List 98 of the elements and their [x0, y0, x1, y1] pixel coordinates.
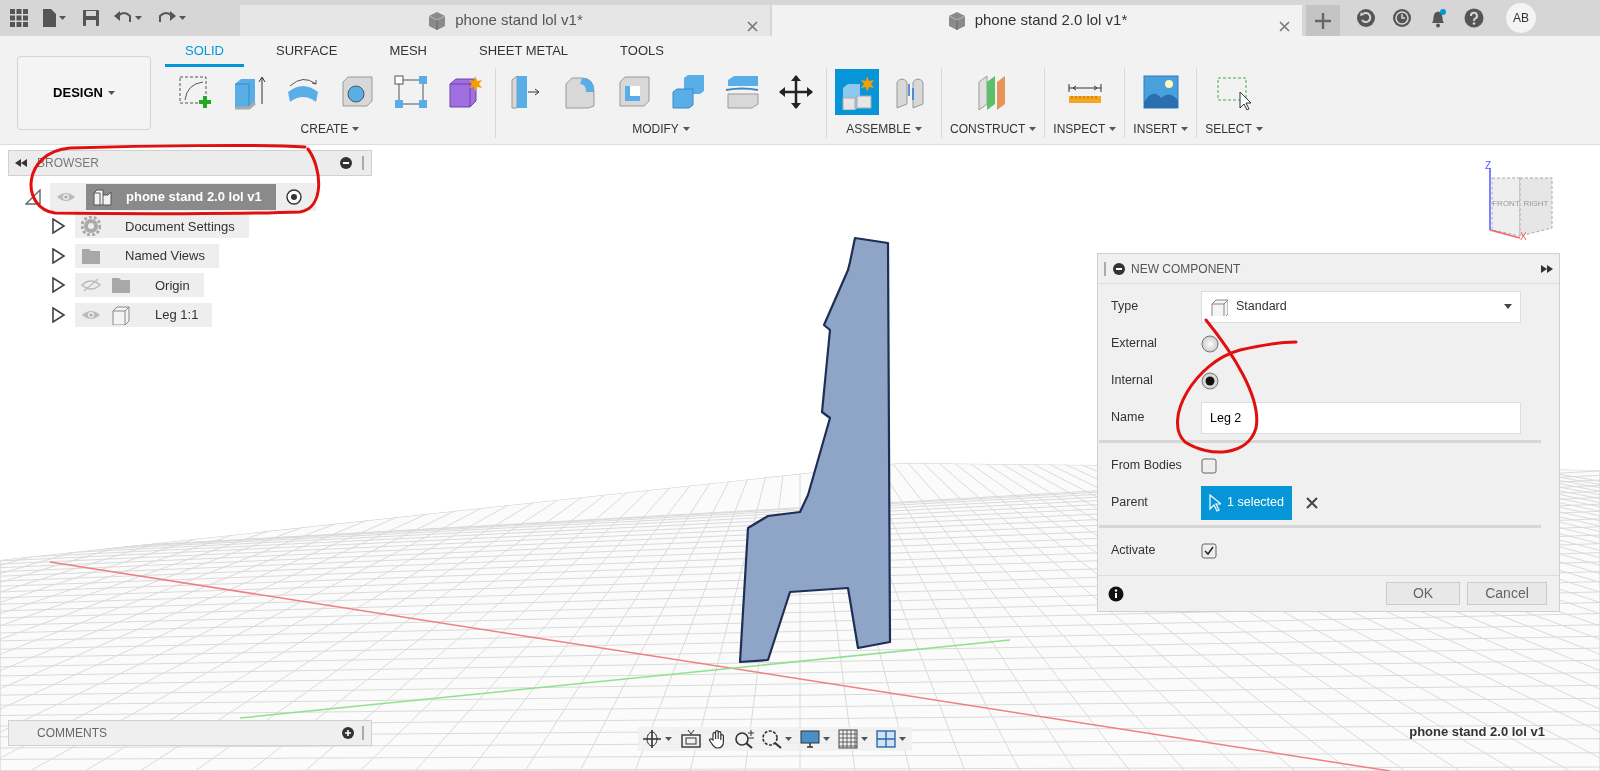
- cursor-icon: [1209, 493, 1221, 512]
- collapse-icon[interactable]: [15, 159, 27, 167]
- cancel-button[interactable]: Cancel: [1467, 582, 1547, 605]
- ribbon-tab[interactable]: MESH: [389, 34, 427, 68]
- expand-triangle-icon[interactable]: [50, 306, 66, 323]
- radio-button[interactable]: [1201, 371, 1219, 390]
- field-label: External: [1111, 335, 1158, 353]
- close-icon[interactable]: [1279, 20, 1290, 32]
- zoom-window-icon[interactable]: [762, 729, 794, 749]
- field-label: Parent: [1111, 494, 1149, 512]
- tree-item-label: Origin: [155, 276, 190, 295]
- new-tab-button[interactable]: [1306, 5, 1340, 36]
- field-label: Name: [1111, 409, 1146, 427]
- tree-item[interactable]: Document Settings: [75, 214, 249, 239]
- document-tab[interactable]: phone stand 2.0 lol v1*: [772, 5, 1302, 36]
- group-menu[interactable]: INSERT: [1133, 120, 1189, 138]
- refresh-icon[interactable]: [1356, 8, 1376, 28]
- ribbon-tab[interactable]: SURFACE: [276, 34, 338, 68]
- grip-icon[interactable]: [362, 156, 365, 170]
- grip-icon[interactable]: [362, 726, 365, 740]
- document-tab[interactable]: phone stand lol v1*: [240, 5, 770, 36]
- group-menu[interactable]: CONSTRUCT: [950, 120, 1037, 138]
- look-at-icon[interactable]: [680, 729, 702, 749]
- collapse-triangle-icon[interactable]: [25, 188, 41, 205]
- minus-circle-icon[interactable]: [1113, 262, 1125, 275]
- tree-item[interactable]: Named Views: [75, 243, 219, 268]
- caret-icon: [1109, 127, 1117, 131]
- group-menu[interactable]: ASSEMBLE: [846, 120, 922, 138]
- caret-icon: [107, 91, 115, 95]
- apps-menu-icon[interactable]: [10, 9, 28, 27]
- file-icon[interactable]: [42, 8, 68, 28]
- tree-item-label: Leg 1:1: [155, 306, 199, 324]
- cube-icon: [427, 9, 448, 32]
- zoom-icon[interactable]: [734, 729, 756, 749]
- field-label: Activate: [1111, 542, 1157, 560]
- grid-icon[interactable]: [838, 729, 870, 749]
- name-input-field[interactable]: Leg 2: [1201, 401, 1521, 434]
- caret-icon: [352, 127, 360, 131]
- caret-icon: [1029, 127, 1037, 131]
- tree-item-label: Named Views: [125, 247, 205, 265]
- radio-button[interactable]: [1201, 334, 1219, 353]
- user-avatar[interactable]: AB: [1506, 3, 1536, 33]
- folder-icon: [111, 275, 131, 296]
- caret-icon: [914, 127, 922, 131]
- workspace-dropdown[interactable]: DESIGN: [17, 56, 151, 130]
- dialog-title: NEW COMPONENT: [1131, 260, 1241, 278]
- plus-icon: [1314, 11, 1332, 30]
- expand-triangle-icon[interactable]: [50, 218, 66, 235]
- cube-icon: [946, 9, 967, 32]
- panel-title: COMMENTS: [37, 725, 107, 742]
- caret-icon: [682, 127, 690, 131]
- cube-icon: [111, 304, 131, 325]
- stand-model-drawing[interactable]: [738, 236, 892, 664]
- panel-title: BROWSER: [37, 155, 99, 172]
- cube-icon: [1210, 297, 1228, 316]
- group-menu[interactable]: MODIFY: [632, 120, 690, 138]
- cube-spark-icon[interactable]: [835, 69, 879, 115]
- tree-item-label: phone stand 2.0 lol v1: [126, 189, 262, 204]
- tree-item-label: Document Settings: [125, 217, 235, 236]
- viewports-icon[interactable]: [876, 729, 908, 749]
- field-label: Internal: [1111, 372, 1154, 390]
- axis-label: X: [1520, 231, 1527, 240]
- clear-icon[interactable]: [1306, 496, 1318, 509]
- caret-icon: [1181, 127, 1189, 131]
- expand-triangle-icon[interactable]: [50, 247, 66, 264]
- help-icon[interactable]: [1464, 8, 1484, 28]
- activate-radio-icon[interactable]: [285, 188, 302, 205]
- close-icon[interactable]: [747, 20, 758, 32]
- checkbox[interactable]: [1201, 457, 1217, 474]
- tree-item[interactable]: Origin: [75, 273, 204, 298]
- type-dropdown[interactable]: Standard: [1201, 290, 1521, 323]
- caret-icon: [1504, 304, 1512, 309]
- clock-icon[interactable]: [1392, 8, 1412, 28]
- axis-label: Z: [1485, 160, 1492, 171]
- field-label: From Bodies: [1111, 457, 1183, 475]
- document-name: phone stand 2.0 lol v1: [1409, 722, 1545, 741]
- display-icon[interactable]: [800, 729, 832, 749]
- ribbon-tab[interactable]: TOOLS: [620, 34, 664, 68]
- group-menu[interactable]: INSPECT: [1053, 120, 1117, 138]
- cube-face-label: RIGHT: [1523, 199, 1549, 208]
- field-label: Type: [1111, 298, 1140, 316]
- gear-icon: [81, 216, 101, 237]
- minus-circle-icon[interactable]: [340, 157, 352, 169]
- ribbon-tab[interactable]: SHEET METAL: [479, 34, 569, 68]
- expand-triangle-icon[interactable]: [50, 277, 66, 294]
- expand-icon[interactable]: [1541, 264, 1553, 273]
- cube-face-label: FRONT: [1492, 199, 1520, 208]
- save-icon[interactable]: [82, 9, 100, 27]
- orbit-icon[interactable]: [642, 729, 674, 749]
- checkbox[interactable]: [1201, 542, 1217, 559]
- info-icon[interactable]: [1108, 585, 1124, 602]
- add-circle-icon[interactable]: [342, 727, 354, 739]
- grip-icon[interactable]: [1104, 261, 1107, 276]
- tree-item[interactable]: Leg 1:1: [75, 302, 213, 327]
- group-menu[interactable]: SELECT: [1205, 120, 1263, 138]
- ok-button[interactable]: OK: [1386, 582, 1460, 605]
- group-menu[interactable]: CREATE: [300, 120, 360, 138]
- caret-icon: [1255, 127, 1263, 131]
